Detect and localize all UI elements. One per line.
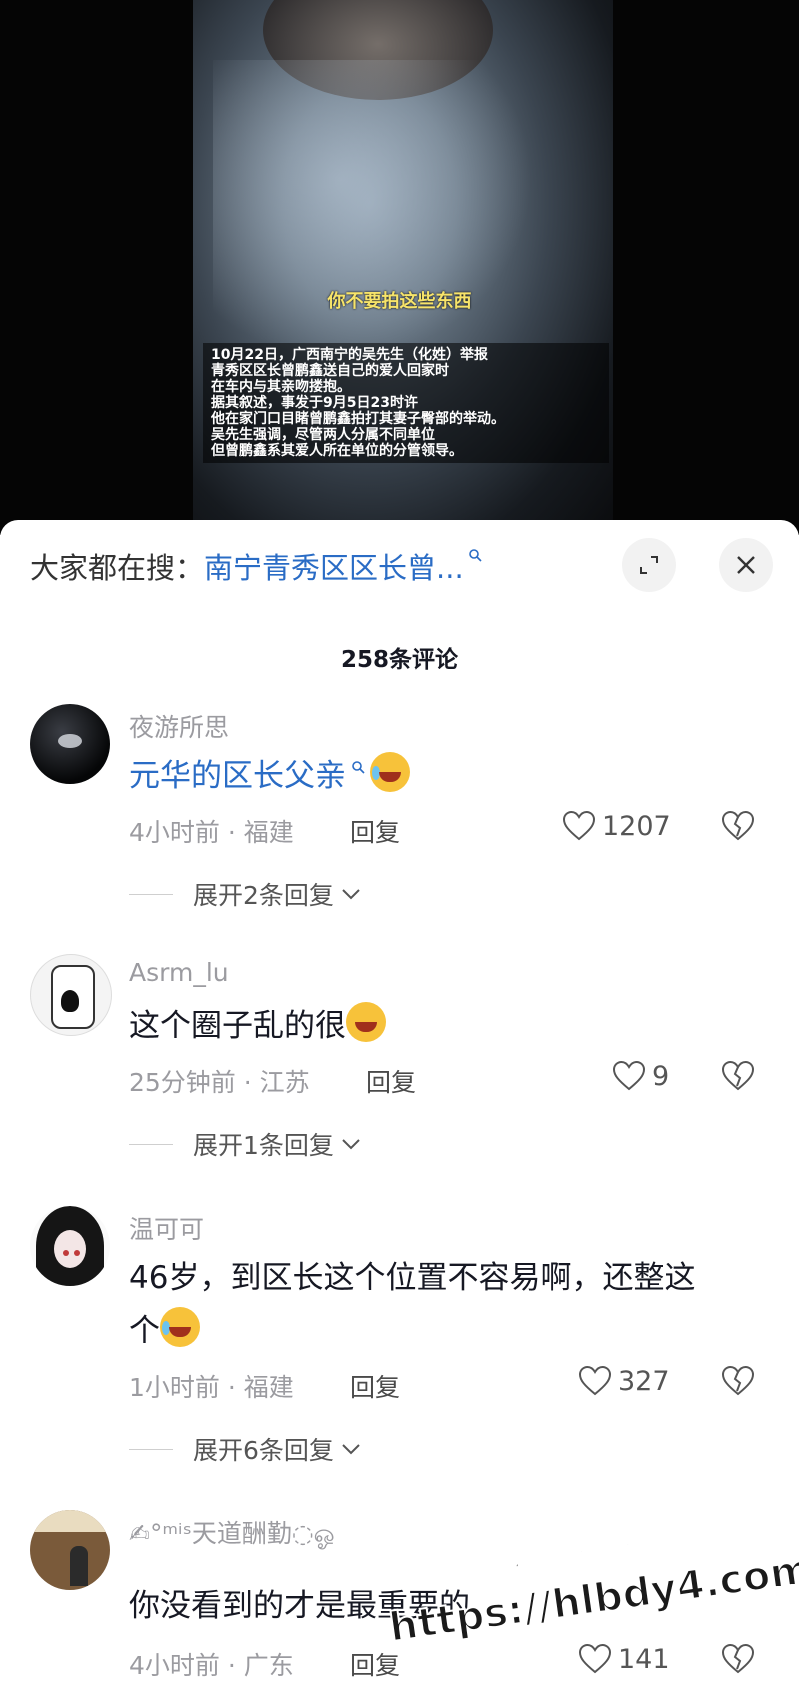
expand-replies[interactable]: 展开6条回复 (129, 1431, 362, 1467)
dislike-button[interactable] (720, 1365, 756, 1401)
avatar[interactable] (30, 704, 110, 784)
dislike-button[interactable] (720, 1643, 756, 1679)
trending-search[interactable]: 大家都在搜： 南宁青秀区区长曾... (30, 544, 482, 588)
comment-meta: 4小时前 · 广东 (129, 1651, 294, 1680)
close-button[interactable] (719, 538, 773, 592)
reply-button[interactable]: 回复 (366, 1063, 416, 1099)
divider (129, 1143, 173, 1145)
trending-search-prefix: 大家都在搜： (30, 551, 205, 585)
comments-sheet: 大家都在搜： 南宁青秀区区长曾... 258条评论 (0, 520, 799, 1686)
broken-heart-icon (721, 810, 755, 841)
divider (129, 893, 173, 895)
expand-button[interactable] (622, 538, 676, 592)
caption-line: 吴先生强调，尽管两人分属不同单位 (211, 427, 435, 443)
like-button[interactable]: 9 (612, 1060, 669, 1092)
comment-text[interactable]: 这个圈子乱的很 (129, 1000, 759, 1053)
caption-line: 据其叙述，事发于9月5日23时许 (211, 395, 418, 411)
caption-line: 但曾鹏鑫系其爱人所在单位的分管领导。 (211, 443, 463, 459)
caption-line: 在车内与其亲吻搂抱。 (211, 379, 351, 395)
broken-heart-icon (721, 1643, 755, 1674)
heart-icon (578, 1643, 612, 1674)
broken-heart-icon (721, 1060, 755, 1091)
heart-icon (612, 1060, 646, 1091)
expand-replies[interactable]: 展开1条回复 (129, 1126, 362, 1162)
like-count: 141 (618, 1643, 670, 1675)
caption-line: 10月22日，广西南宁的吴先生（化姓）举报 (211, 347, 488, 363)
video-caption-box: 10月22日，广西南宁的吴先生（化姓）举报 青秀区区长曾鹏鑫送自己的爱人回家时 … (203, 343, 609, 463)
comment-count: 258条评论 (340, 647, 458, 673)
like-count: 327 (618, 1365, 670, 1397)
broken-heart-icon (721, 1365, 755, 1396)
dislike-button[interactable] (720, 810, 756, 846)
like-count: 9 (652, 1060, 670, 1092)
comment-username[interactable]: 夜游所思 (129, 708, 229, 744)
comment-username[interactable]: Asrm_lu (129, 958, 229, 987)
like-count: 1207 (602, 810, 671, 842)
reply-button[interactable]: 回复 (350, 1368, 400, 1404)
chevron-down-icon (342, 1139, 360, 1150)
chevron-down-icon (342, 889, 360, 900)
grinning-emoji (346, 1002, 386, 1042)
divider (129, 1448, 173, 1450)
search-icon (346, 759, 370, 778)
expand-replies[interactable]: 展开2条回复 (129, 876, 362, 912)
like-button[interactable]: 1207 (562, 810, 671, 842)
comment-username[interactable]: 温可可 (129, 1210, 204, 1246)
avatar[interactable] (30, 1206, 110, 1286)
search-icon (468, 547, 482, 566)
comment-meta: 4小时前 · 福建 (129, 818, 294, 847)
dislike-button[interactable] (720, 1060, 756, 1096)
reply-button[interactable]: 回复 (350, 1646, 400, 1682)
comment-text[interactable]: 46岁，到区长这个位置不容易啊，还整这 个 (129, 1252, 759, 1358)
comment-username[interactable]: ✍°ᵐⁱˢ天道酬勤◌ஓ (129, 1514, 335, 1552)
comment-text[interactable]: 元华的区长父亲 (129, 750, 759, 807)
video-player[interactable]: 你不要拍这些东西 10月22日，广西南宁的吴先生（化姓）举报 青秀区区长曾鹏鑫送… (0, 0, 799, 535)
like-button[interactable]: 141 (578, 1643, 670, 1675)
video-quote-caption: 你不要拍这些东西 (327, 291, 472, 312)
heart-icon (578, 1365, 612, 1396)
comment-meta: 25分钟前 · 江苏 (129, 1068, 310, 1097)
comment-meta: 1小时前 · 福建 (129, 1373, 294, 1402)
reply-button[interactable]: 回复 (350, 813, 400, 849)
laughing-tears-emoji (370, 752, 411, 792)
avatar[interactable] (30, 954, 112, 1036)
expand-icon (640, 556, 658, 574)
person-shirt (213, 60, 533, 360)
trending-search-link[interactable]: 南宁青秀区区长曾... (204, 545, 464, 587)
avatar[interactable] (30, 1510, 110, 1590)
close-icon (737, 556, 755, 574)
caption-line: 青秀区区长曾鹏鑫送自己的爱人回家时 (211, 363, 449, 379)
chevron-down-icon (342, 1444, 360, 1455)
laughing-tears-emoji (160, 1307, 200, 1347)
heart-icon (562, 810, 596, 841)
like-button[interactable]: 327 (578, 1365, 670, 1397)
caption-line: 他在家门口目睹曾鹏鑫拍打其妻子臀部的举动。 (211, 411, 505, 427)
